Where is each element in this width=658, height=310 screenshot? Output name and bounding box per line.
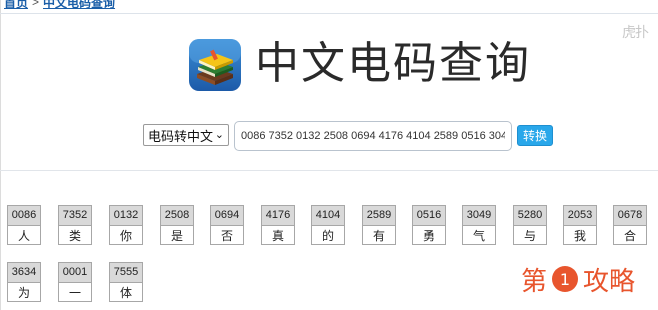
result-cell: 4176 真 bbox=[261, 205, 295, 245]
result-code: 0516 bbox=[413, 206, 445, 226]
result-char: 勇 bbox=[422, 229, 435, 243]
result-char: 否 bbox=[220, 229, 233, 243]
header-divider bbox=[0, 13, 658, 14]
breadcrumb-separator: > bbox=[32, 0, 40, 9]
result-char: 的 bbox=[321, 229, 334, 243]
breadcrumb: 首页 > 中文电码查询 bbox=[4, 0, 115, 10]
result-cell: 0678 合 bbox=[613, 205, 647, 245]
result-char: 体 bbox=[119, 286, 132, 300]
result-code: 2053 bbox=[564, 206, 596, 226]
result-char: 气 bbox=[472, 229, 485, 243]
mode-select[interactable]: 电码转中文 ⌄ bbox=[143, 124, 229, 146]
result-cell: 4104 的 bbox=[311, 205, 345, 245]
result-cell: 0132 你 bbox=[109, 205, 143, 245]
books-icon bbox=[188, 38, 242, 92]
result-cell: 0516 勇 bbox=[412, 205, 446, 245]
result-code: 7352 bbox=[59, 206, 91, 226]
result-code: 0678 bbox=[614, 206, 646, 226]
page-title: 中文电码查询 bbox=[255, 38, 531, 89]
result-char: 有 bbox=[372, 229, 385, 243]
result-code: 5280 bbox=[514, 206, 546, 226]
guide-badge-number: 1 bbox=[552, 266, 579, 292]
result-cell: 2589 有 bbox=[362, 205, 396, 245]
result-code: 4104 bbox=[312, 206, 344, 226]
code-input[interactable] bbox=[234, 121, 512, 151]
breadcrumb-home-link[interactable]: 首页 bbox=[4, 0, 28, 11]
mode-select-value: 电码转中文 bbox=[148, 128, 214, 144]
result-cell: 2508 是 bbox=[160, 205, 194, 245]
guide-badge-prefix: 第 bbox=[521, 266, 548, 297]
result-char: 为 bbox=[17, 286, 30, 300]
result-code: 0694 bbox=[211, 206, 243, 226]
result-char: 类 bbox=[68, 229, 81, 243]
result-cell: 5280 与 bbox=[513, 205, 547, 245]
result-code: 4176 bbox=[262, 206, 294, 226]
result-cell: 0001 一 bbox=[58, 262, 92, 302]
result-cell: 0086 人 bbox=[7, 205, 41, 245]
result-code: 7555 bbox=[110, 263, 142, 283]
result-char: 是 bbox=[170, 229, 183, 243]
result-code: 0132 bbox=[110, 206, 142, 226]
result-cell: 7352 类 bbox=[58, 205, 92, 245]
result-char: 与 bbox=[523, 229, 536, 243]
section-divider bbox=[0, 170, 658, 171]
result-code: 2589 bbox=[363, 206, 395, 226]
result-code: 3049 bbox=[463, 206, 495, 226]
result-char: 真 bbox=[271, 229, 284, 243]
result-cell: 0694 否 bbox=[210, 205, 244, 245]
convert-button[interactable]: 转换 bbox=[517, 125, 553, 146]
result-cell: 3049 气 bbox=[462, 205, 496, 245]
result-code: 2508 bbox=[161, 206, 193, 226]
result-char: 一 bbox=[68, 286, 81, 300]
result-char: 合 bbox=[623, 229, 636, 243]
result-code: 3634 bbox=[8, 263, 40, 283]
result-cell: 7555 体 bbox=[109, 262, 143, 302]
result-char: 人 bbox=[17, 229, 30, 243]
breadcrumb-current-link[interactable]: 中文电码查询 bbox=[43, 0, 115, 11]
result-cell: 3634 为 bbox=[7, 262, 41, 302]
chevron-down-icon: ⌄ bbox=[214, 129, 224, 141]
result-code: 0086 bbox=[8, 206, 40, 226]
result-char: 你 bbox=[119, 229, 132, 243]
result-char: 我 bbox=[573, 229, 586, 243]
guide-badge-suffix: 攻略 bbox=[583, 266, 636, 297]
guide-badge: 第 1 攻略 bbox=[521, 262, 636, 297]
result-cell: 2053 我 bbox=[563, 205, 597, 245]
page-border bbox=[0, 0, 1, 310]
watermark: 虎扑 bbox=[622, 25, 649, 41]
result-code: 0001 bbox=[59, 263, 91, 283]
